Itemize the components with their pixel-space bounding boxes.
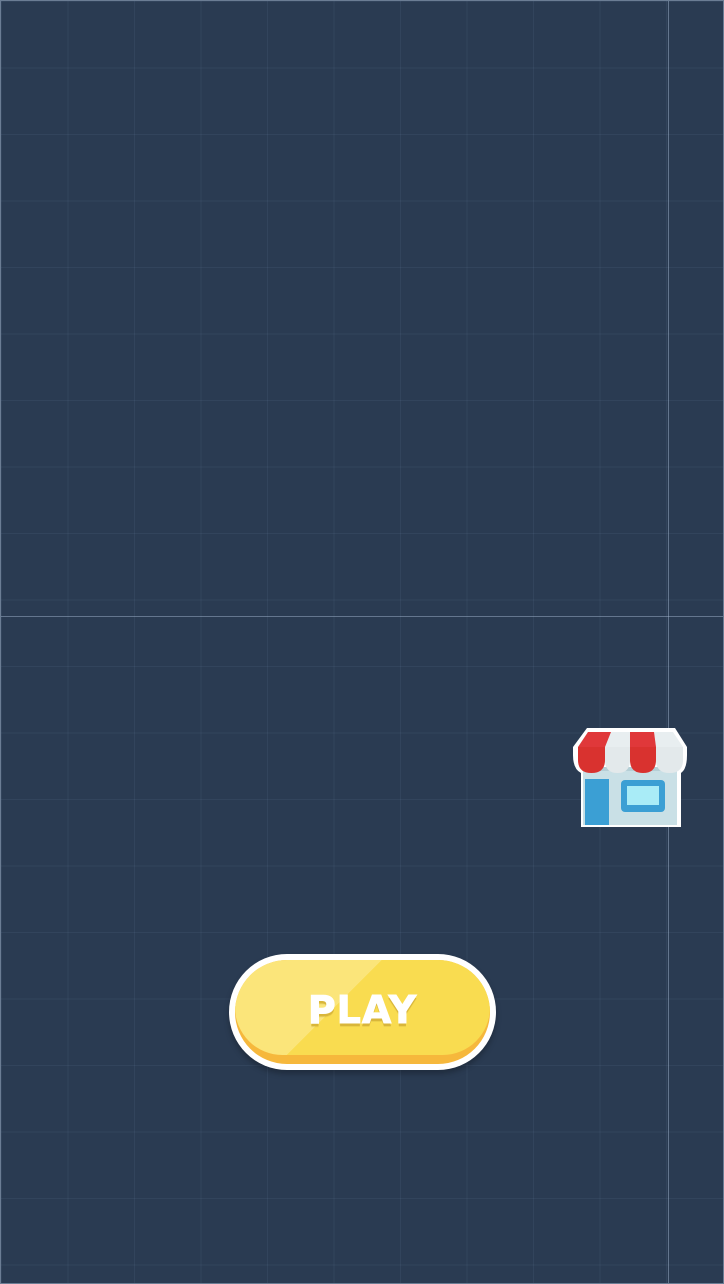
play-label: PLAY: [307, 987, 418, 1032]
play-button-base: PLAY: [235, 960, 490, 1064]
play-button-face: PLAY: [235, 960, 490, 1055]
shop-button[interactable]: [573, 727, 687, 829]
shop-storefront-icon: [573, 728, 687, 827]
game-screen: PLAY: [0, 0, 724, 1284]
horizontal-guide-line: [1, 616, 723, 617]
vertical-guide-line: [668, 1, 669, 1283]
play-button[interactable]: PLAY: [229, 954, 496, 1070]
